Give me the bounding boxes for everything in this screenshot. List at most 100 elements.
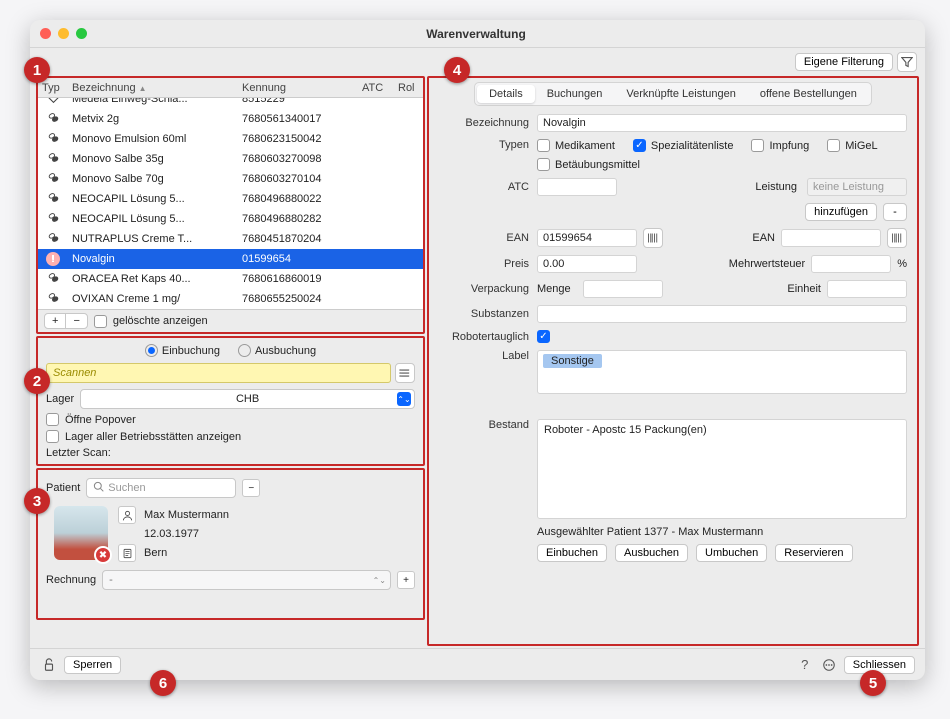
tab-details[interactable]: Details [477, 85, 535, 103]
table-body[interactable]: Medela Absaugschlau...8619874Medela Einw… [38, 98, 423, 309]
more-icon[interactable] [820, 656, 838, 674]
remove-leistung-button[interactable]: - [883, 203, 907, 221]
callout-3: 3 [24, 488, 50, 514]
table-row[interactable]: ORACEA Ret Kaps 40...7680616860019 [38, 269, 423, 289]
show-all-stores-checkbox[interactable] [46, 430, 59, 443]
ean2-scan-icon[interactable] [887, 228, 907, 248]
table-row[interactable]: OVIXAN Creme 1 mg/7680655250024 [38, 289, 423, 309]
table-row[interactable]: !Novalgin01599654 [38, 249, 423, 269]
row-kennung: 7680496880022 [238, 193, 358, 205]
input-substanzen[interactable] [537, 305, 907, 323]
tab-buchungen[interactable]: Buchungen [535, 85, 615, 103]
patient-document-icon[interactable] [118, 544, 136, 562]
col-header-rol[interactable]: Rol [394, 82, 422, 94]
input-einheit[interactable] [827, 280, 907, 298]
tab-offene-bestellungen[interactable]: offene Bestellungen [748, 85, 869, 103]
input-bezeichnung[interactable]: Novalgin [537, 114, 907, 132]
input-mwst[interactable] [811, 255, 891, 273]
ausbuchen-button[interactable]: Ausbuchen [615, 544, 688, 562]
label-leistung: Leistung [755, 181, 801, 193]
col-header-atc[interactable]: ATC [358, 82, 394, 94]
window-title: Warenverwaltung [87, 27, 865, 41]
chk-betaeub[interactable] [537, 158, 550, 171]
label-substanzen: Substanzen [435, 308, 531, 320]
chk-medikament[interactable] [537, 139, 550, 152]
col-header-typ[interactable]: Typ [38, 82, 68, 94]
scan-input[interactable]: Scannen [46, 363, 391, 383]
input-ean[interactable]: 01599654 [537, 229, 637, 247]
table-row[interactable]: NEOCAPIL Lösung 5...7680496880022 [38, 189, 423, 209]
rechnung-select[interactable]: - ⌃⌄ [102, 570, 391, 590]
chk-migel[interactable] [827, 139, 840, 152]
bestand-box[interactable]: Roboter - Apostc 15 Packung(en) [537, 419, 907, 519]
drug-icon [38, 271, 68, 287]
table-row[interactable]: Medela Einweg-Schla...8515229 [38, 98, 423, 109]
input-menge[interactable] [583, 280, 663, 298]
drug-icon [38, 191, 68, 207]
row-bezeichnung: Monovo Emulsion 60ml [68, 133, 238, 145]
table-row[interactable]: Monovo Emulsion 60ml7680623150042 [38, 129, 423, 149]
row-bezeichnung: Monovo Salbe 70g [68, 173, 238, 185]
drug-icon [38, 231, 68, 247]
own-filtering-button[interactable]: Eigene Filterung [795, 53, 893, 71]
umbuchen-button[interactable]: Umbuchen [696, 544, 767, 562]
row-kennung: 7680496880282 [238, 213, 358, 225]
chk-spezialitaet[interactable]: ✓ [633, 139, 646, 152]
row-bezeichnung: Monovo Salbe 35g [68, 153, 238, 165]
patient-remove-button[interactable]: − [242, 479, 260, 497]
table-row[interactable]: NUTRAPLUS Creme T...7680451870204 [38, 229, 423, 249]
tab-verknuepfte-leistungen[interactable]: Verknüpfte Leistungen [614, 85, 747, 103]
input-ean2[interactable] [781, 229, 881, 247]
drug-icon [38, 291, 68, 307]
radio-einbuchung[interactable]: Einbuchung [145, 344, 220, 357]
label-chip-sonstige[interactable]: Sonstige [543, 354, 602, 368]
minimize-window-button[interactable] [58, 28, 69, 39]
rechnung-add-button[interactable]: + [397, 571, 415, 589]
row-kennung: 01599654 [238, 253, 358, 265]
remove-item-button[interactable]: − [66, 314, 86, 328]
col-header-kennung[interactable]: Kennung [238, 82, 358, 94]
patient-search-input[interactable]: Suchen [86, 478, 236, 498]
table-row[interactable]: Monovo Salbe 70g7680603270104 [38, 169, 423, 189]
lager-select[interactable]: CHB ⌃⌄ [80, 389, 415, 409]
zoom-window-button[interactable] [76, 28, 87, 39]
ean-scan-icon[interactable] [643, 228, 663, 248]
patient-city: Bern [144, 547, 167, 559]
input-atc[interactable] [537, 178, 617, 196]
show-deleted-checkbox[interactable] [94, 315, 107, 328]
chk-roboter[interactable]: ✓ [537, 330, 550, 343]
sperren-button[interactable]: Sperren [64, 656, 121, 674]
close-window-button[interactable] [40, 28, 51, 39]
filter-icon[interactable] [897, 52, 917, 72]
rechnung-value: - [109, 574, 113, 586]
table-row[interactable]: Monovo Salbe 35g7680603270098 [38, 149, 423, 169]
label-box[interactable]: Sonstige [537, 350, 907, 394]
einbuchen-button[interactable]: Einbuchen [537, 544, 607, 562]
label-mwst: Mehrwertsteuer [729, 258, 805, 270]
label-ean2: EAN [752, 232, 775, 244]
selected-patient-line: Ausgewählter Patient 1377 - Max Musterma… [537, 526, 907, 538]
open-popover-checkbox[interactable] [46, 413, 59, 426]
row-bezeichnung: NUTRAPLUS Creme T... [68, 233, 238, 245]
radio-ausbuchung-label: Ausbuchung [255, 345, 316, 357]
label-einheit: Einheit [787, 283, 821, 295]
help-icon[interactable]: ? [796, 656, 814, 674]
table-row[interactable]: Metvix 2g7680561340017 [38, 109, 423, 129]
col-header-bezeichnung[interactable]: Bezeichnung ▲ [68, 82, 238, 94]
patient-profile-icon[interactable] [118, 506, 136, 524]
table-footer: + − gelöschte anzeigen [38, 309, 423, 332]
lock-icon[interactable] [40, 656, 58, 674]
reservieren-button[interactable]: Reservieren [775, 544, 852, 562]
add-leistung-button[interactable]: hinzufügen [805, 203, 877, 221]
radio-ausbuchung[interactable]: Ausbuchung [238, 344, 316, 357]
add-remove-segment: + − [44, 313, 88, 329]
show-all-stores-label: Lager aller Betriebsstätten anzeigen [65, 431, 241, 443]
drug-icon [38, 171, 68, 187]
table-row[interactable]: NEOCAPIL Lösung 5...7680496880282 [38, 209, 423, 229]
add-item-button[interactable]: + [45, 314, 66, 328]
chk-impfung[interactable] [751, 139, 764, 152]
input-preis[interactable]: 0.00 [537, 255, 637, 273]
scan-list-button[interactable] [395, 363, 415, 383]
patient-avatar[interactable]: ✖ [54, 506, 108, 560]
label-verpackung: Verpackung [435, 283, 531, 295]
